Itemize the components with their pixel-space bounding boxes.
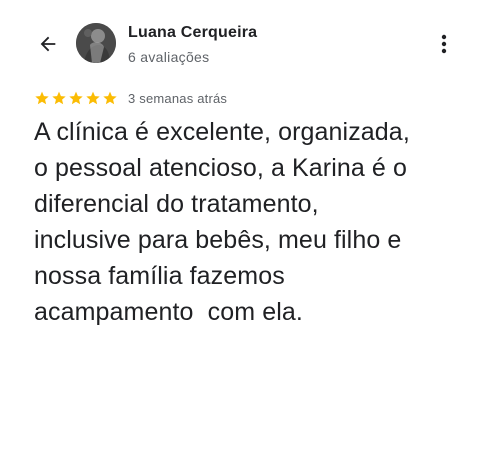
star-icon: [103, 91, 117, 105]
review-text: A clínica é excelente, organizada, o pess…: [34, 114, 464, 330]
back-button[interactable]: [34, 30, 62, 58]
user-photo: [76, 23, 116, 63]
review-count: 6 avaliações: [128, 49, 210, 65]
review-text-line: o pessoal atencioso, a Karina é o: [34, 154, 407, 182]
review-text-line: diferencial do tratamento,: [34, 190, 319, 218]
author-name[interactable]: Luana Cerqueira: [128, 24, 257, 42]
star-icon: [52, 91, 66, 105]
review-text-line: A clínica é excelente, organizada,: [34, 118, 410, 146]
review-detail-screen: Luana Cerqueira 6 avaliações 3 semanas a…: [0, 0, 493, 467]
star-icon: [35, 91, 49, 105]
star-icon: [86, 91, 100, 105]
arrow-back-icon: [40, 36, 56, 52]
star-icon: [69, 91, 83, 105]
review-timestamp: 3 semanas atrás: [128, 90, 228, 106]
more-vert-icon: [441, 34, 447, 54]
review-text-line: nossa família fazemos: [34, 262, 285, 290]
review-text-line: acampamento com ela.: [34, 298, 303, 326]
avatar[interactable]: [76, 23, 116, 63]
more-options-button[interactable]: [434, 30, 454, 58]
review-text-line: inclusive para bebês, meu filho e: [34, 226, 402, 254]
star-rating: [34, 90, 118, 106]
rating-row: 3 semanas atrás: [34, 89, 227, 107]
